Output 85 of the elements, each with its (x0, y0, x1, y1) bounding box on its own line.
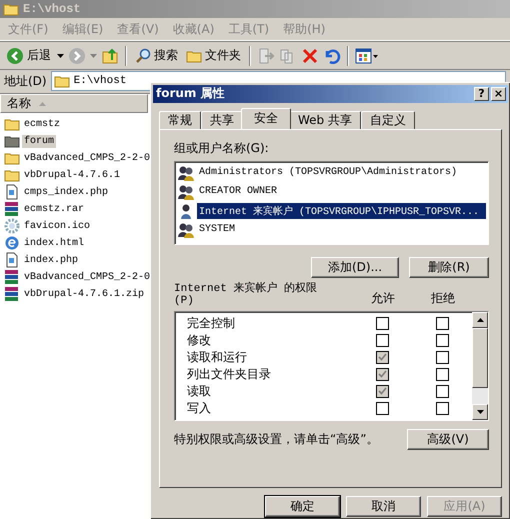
permission-name: 列出文件夹目录 (187, 366, 272, 383)
file-name[interactable]: forum (22, 134, 56, 148)
window-title: E:\vhost (23, 2, 81, 16)
folder-icon (4, 151, 20, 165)
users-icon (177, 222, 195, 238)
caret-icon (90, 54, 97, 58)
users-icon (177, 164, 195, 181)
permission-name: 读取 (187, 382, 212, 400)
caret-icon (57, 54, 64, 58)
close-button[interactable]: × (491, 86, 506, 101)
advanced-button[interactable]: 高级(V) (407, 428, 489, 450)
checkbox[interactable] (436, 384, 448, 398)
views-icon[interactable] (355, 46, 379, 64)
file-name[interactable]: index.html (22, 236, 86, 250)
user-item[interactable]: Internet 来宾帐户 (TOPSVRGROUP\IPHPUSR_TOPSVR... (197, 202, 486, 219)
sort-arrow-icon (39, 102, 46, 106)
tab[interactable]: 安全 (241, 108, 291, 129)
user-item[interactable]: SYSTEM (197, 223, 238, 236)
file-name[interactable]: vbDrupal-4.7.6.1 (22, 168, 122, 182)
folder-up-icon[interactable] (101, 46, 119, 64)
checkbox[interactable] (376, 316, 388, 330)
file-name[interactable]: index.php (22, 254, 80, 266)
permission-name: 修改 (187, 332, 212, 349)
folder-icon (4, 168, 20, 182)
folder-icon (54, 74, 70, 88)
books-icon (4, 269, 20, 285)
column-header[interactable]: 名称 (0, 94, 148, 113)
checkbox[interactable] (436, 334, 448, 347)
folder-icon (4, 134, 20, 148)
tab[interactable]: Web 共享 (289, 110, 361, 129)
books-icon (4, 201, 20, 217)
dialog-button[interactable]: 取消 (346, 496, 421, 517)
field-label: (P) (174, 294, 195, 307)
field-label: 组或用户名称(G): (174, 140, 270, 157)
scroll-thumb[interactable] (472, 328, 488, 388)
file-name[interactable]: favicon.ico (22, 220, 92, 232)
scroll-up-button[interactable] (472, 312, 488, 328)
file-name[interactable]: vBadvanced_CMPS_2-2-0 (22, 152, 152, 164)
folders-button[interactable]: 文件夹 (184, 47, 243, 64)
help-button[interactable]: ? (474, 86, 489, 101)
down-arrow-icon (476, 410, 484, 414)
user-item[interactable]: Administrators (TOPSVRGROUP\Administrators) (197, 166, 460, 180)
checkbox[interactable] (436, 350, 448, 364)
remove-button[interactable]: 删除(R) (409, 256, 489, 278)
file-name[interactable]: vBadvanced_CMPS_2-2-0 (22, 270, 152, 284)
file-name[interactable]: cmps_index.php (22, 186, 110, 198)
permission-name: 读取和运行 (187, 348, 248, 366)
delete-icon[interactable] (301, 46, 319, 64)
globe-e-icon (4, 235, 20, 251)
checkbox[interactable] (436, 402, 448, 415)
tab[interactable]: 自定义 (360, 110, 415, 129)
address-label: 地址(D) (4, 72, 47, 90)
permission-name: 完全控制 (187, 314, 236, 332)
users-icon (177, 184, 195, 200)
folder-icon (186, 48, 202, 62)
file-name[interactable]: ecmstz.rar (22, 202, 86, 216)
undo-icon[interactable] (323, 46, 341, 64)
up-arrow-icon (476, 318, 484, 322)
books-icon (4, 286, 20, 302)
checkbox[interactable] (436, 316, 448, 330)
user-list[interactable]: Administrators (TOPSVRGROUP\Administrators) CREATOR OWNER Internet 来宾帐户 (TOPSVRGROUP\IPHPUSR_TOPSVR... SYSTEM (174, 160, 489, 245)
user-item[interactable]: CREATOR OWNER (197, 185, 280, 198)
back-button[interactable]: 后退 (4, 46, 53, 64)
dialog-button[interactable]: 确定 (265, 496, 340, 517)
checkbox[interactable] (376, 334, 388, 347)
column-header: 拒绝 (430, 290, 456, 307)
scroll-down-button[interactable] (472, 404, 488, 420)
folder-icon (4, 117, 20, 131)
file-name[interactable]: ecmstz (22, 118, 62, 130)
tab[interactable]: 共享 (201, 110, 243, 129)
file-name[interactable]: vbDrupal-4.7.6.1.zip (22, 288, 146, 300)
field-label: Internet 来宾帐户 的权限 (174, 280, 318, 295)
document-icon (4, 184, 20, 200)
permission-name: 写入 (187, 400, 212, 417)
search-icon (135, 48, 151, 64)
folder-icon (3, 2, 19, 16)
document-icon (4, 252, 20, 268)
tab[interactable]: 常规 (159, 110, 201, 129)
add-button[interactable]: 添加(D)... (311, 256, 399, 278)
gear-icon (4, 218, 20, 234)
hint-text: 特别权限或高级设置，请单击“高级”。 (174, 430, 378, 448)
search-button[interactable]: 搜索 (133, 47, 180, 64)
checkbox[interactable] (376, 402, 388, 415)
column-header: 允许 (370, 290, 396, 307)
checkbox[interactable] (436, 368, 448, 381)
